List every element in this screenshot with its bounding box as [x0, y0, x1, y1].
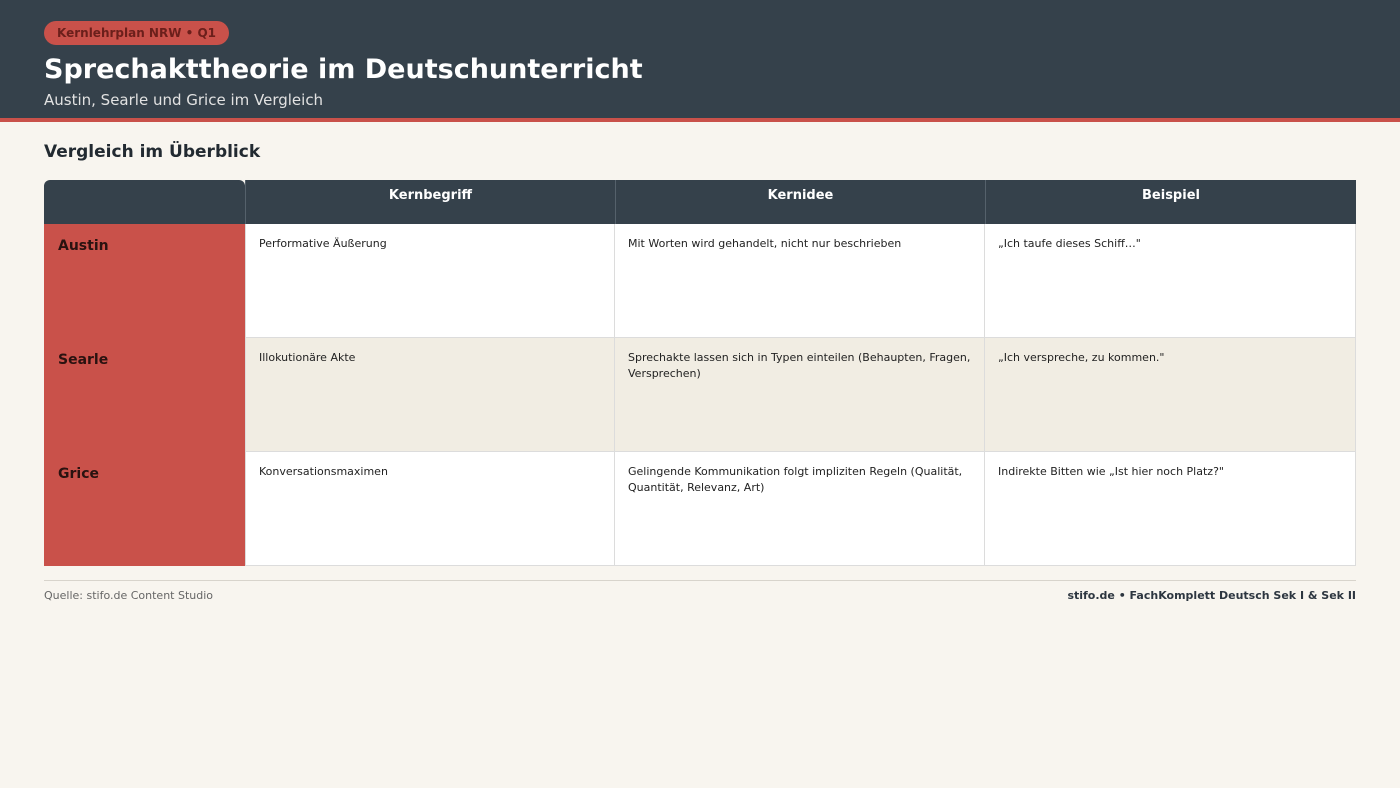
- column-header-kernidee: Kernidee: [615, 180, 985, 224]
- column-header-beispiel: Beispiel: [985, 180, 1356, 224]
- header-accent-rule: [0, 118, 1400, 122]
- page-subtitle: Austin, Searle und Grice im Vergleich: [44, 91, 324, 109]
- source-note: Quelle: stifo.de Content Studio: [44, 589, 214, 602]
- table-cell: Gelingende Kommunikation folgt implizite…: [615, 452, 985, 566]
- comparison-table: Kernbegriff Kernidee Beispiel Austin Per…: [44, 180, 1356, 566]
- column-header-kernbegriff: Kernbegriff: [245, 180, 615, 224]
- curriculum-badge: Kernlehrplan NRW • Q1: [44, 21, 230, 45]
- table-cell: „Ich verspreche, zu kommen.": [985, 338, 1356, 452]
- brand-note: stifo.de • FachKomplett Deutsch Sek I & …: [1067, 589, 1356, 602]
- table-cell: „Ich taufe dieses Schiff…": [985, 224, 1356, 338]
- footer-divider: [44, 580, 1356, 581]
- table-cell: Sprechakte lassen sich in Typen einteile…: [615, 338, 985, 452]
- row-header-grice: Grice: [44, 452, 245, 566]
- row-header-searle: Searle: [44, 338, 245, 452]
- table-cell: Illokutionäre Akte: [245, 338, 615, 452]
- page-title: Sprechakttheorie im Deutschunterricht: [44, 54, 643, 85]
- table-cell: Indirekte Bitten wie „Ist hier noch Plat…: [985, 452, 1356, 566]
- row-header-austin: Austin: [44, 224, 245, 338]
- page-header: Kernlehrplan NRW • Q1 Sprechakttheorie i…: [0, 0, 1400, 118]
- section-title: Vergleich im Überblick: [44, 142, 261, 162]
- table-corner-cell: [44, 180, 245, 224]
- table-cell: Konversationsmaximen: [245, 452, 615, 566]
- table-cell: Performative Äußerung: [245, 224, 615, 338]
- table-cell: Mit Worten wird gehandelt, nicht nur bes…: [615, 224, 985, 338]
